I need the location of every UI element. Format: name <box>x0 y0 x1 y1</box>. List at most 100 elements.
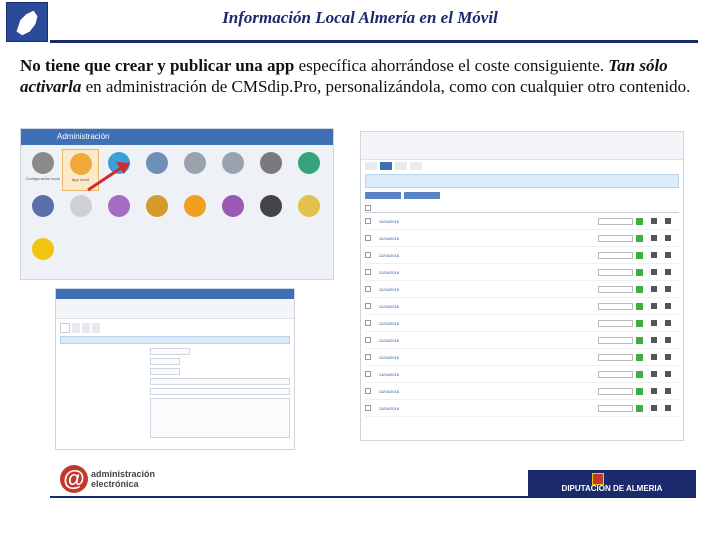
module-icon <box>259 152 282 174</box>
admin-header-bar: Administración <box>21 129 333 145</box>
admin-module-tile <box>176 192 213 234</box>
module-icon <box>145 195 168 217</box>
form-tab-1 <box>60 323 70 333</box>
row-status-select <box>598 370 634 378</box>
admin-module-tile <box>138 149 175 191</box>
module-icon <box>183 195 206 217</box>
row-date: 12/04/2016 <box>378 252 399 258</box>
list-tab-2 <box>380 162 392 170</box>
form-row <box>60 367 290 376</box>
row-checkbox <box>365 235 371 241</box>
table-row: 13/04/2016 <box>365 400 679 417</box>
row-date: 13/04/2016 <box>378 388 399 394</box>
row-date: 12/04/2016 <box>378 303 399 309</box>
module-icon <box>221 195 244 217</box>
table-row: 12/04/2016 <box>365 315 679 332</box>
row-status-select <box>598 268 634 276</box>
module-icon <box>297 195 320 217</box>
check-icon <box>636 319 644 327</box>
edit-icon <box>651 371 658 377</box>
row-checkbox <box>365 269 371 275</box>
edit-form-screenshot <box>55 288 295 450</box>
form-row <box>60 357 290 366</box>
table-row: 12/04/2016 <box>365 281 679 298</box>
table-row: 13/04/2016 <box>365 383 679 400</box>
row-checkbox <box>365 320 371 326</box>
row-checkbox <box>365 337 371 343</box>
check-icon <box>636 217 644 225</box>
list-header <box>361 132 683 160</box>
row-status-select <box>598 387 634 395</box>
admin-module-tile <box>100 192 137 234</box>
delete-icon <box>665 286 672 292</box>
admin-module-tile <box>100 149 137 191</box>
row-date: 12/04/2016 <box>378 286 399 292</box>
row-checkbox <box>365 218 371 224</box>
check-icon <box>636 353 644 361</box>
institution-banner: DIPUTACION DE ALMERIA <box>528 470 696 498</box>
admin-module-tile <box>252 192 289 234</box>
admin-module-tile <box>24 192 61 234</box>
admin-module-tile: Configuración local <box>24 149 61 191</box>
row-date: 12/04/2016 <box>378 269 399 275</box>
list-tab-4 <box>410 162 422 170</box>
edit-icon <box>651 252 658 258</box>
admin-module-tile <box>252 149 289 191</box>
delete-icon <box>665 252 672 258</box>
delete-icon <box>665 405 672 411</box>
row-status-select <box>598 285 634 293</box>
row-status-select <box>598 336 634 344</box>
form-title-bar <box>56 289 294 299</box>
row-date: 10/04/2016 <box>378 218 399 224</box>
admin-module-tile <box>138 192 175 234</box>
delete-icon <box>665 235 672 241</box>
row-status-select <box>598 353 634 361</box>
form-row <box>60 347 290 356</box>
footer-divider <box>50 496 530 498</box>
check-icon <box>636 251 644 259</box>
check-icon <box>636 268 644 276</box>
table-row: 13/04/2016 <box>365 366 679 383</box>
module-icon <box>31 152 54 174</box>
row-checkbox <box>365 388 371 394</box>
module-icon <box>107 195 130 217</box>
eadmin-logo: @ administración electrónica <box>60 462 170 496</box>
row-date: 12/04/2016 <box>378 354 399 360</box>
row-date: 12/04/2016 <box>378 337 399 343</box>
check-icon <box>636 302 644 310</box>
check-icon <box>636 336 644 344</box>
check-icon <box>636 404 644 412</box>
table-row: 12/04/2016 <box>365 298 679 315</box>
eadmin-line-1: administración <box>91 469 156 479</box>
row-checkbox <box>365 405 371 411</box>
form-tab-4 <box>92 323 100 333</box>
row-checkbox <box>365 371 371 377</box>
row-status-select <box>598 234 634 242</box>
delete-icon <box>665 218 672 224</box>
admin-icons-screenshot: Administración Configuración local App mó… <box>20 128 334 280</box>
module-icon <box>297 152 320 174</box>
admin-bar-label: Administración <box>57 132 110 141</box>
list-tab-1 <box>365 162 377 170</box>
slide-body: No tiene que crear y publicar una app es… <box>20 55 700 97</box>
module-icon <box>69 195 92 217</box>
module-icon <box>31 195 54 217</box>
form-notice <box>60 336 290 344</box>
province-logo <box>6 2 48 42</box>
list-tab-3 <box>395 162 407 170</box>
admin-module-tile <box>24 235 61 277</box>
form-tabs <box>56 323 294 333</box>
row-date: 13/04/2016 <box>378 371 399 377</box>
at-sign-icon: @ <box>60 465 88 493</box>
edit-icon <box>651 269 658 275</box>
admin-module-tile <box>176 149 213 191</box>
delete-icon <box>665 303 672 309</box>
delete-icon <box>665 371 672 377</box>
body-text-2: en administración de CMSdip.Pro, persona… <box>81 77 691 96</box>
check-icon <box>636 234 644 242</box>
form-textarea <box>150 398 290 438</box>
table-row: 12/04/2016 <box>365 332 679 349</box>
row-checkbox <box>365 354 371 360</box>
table-row: 12/04/2016 <box>365 230 679 247</box>
module-icon <box>31 238 54 260</box>
